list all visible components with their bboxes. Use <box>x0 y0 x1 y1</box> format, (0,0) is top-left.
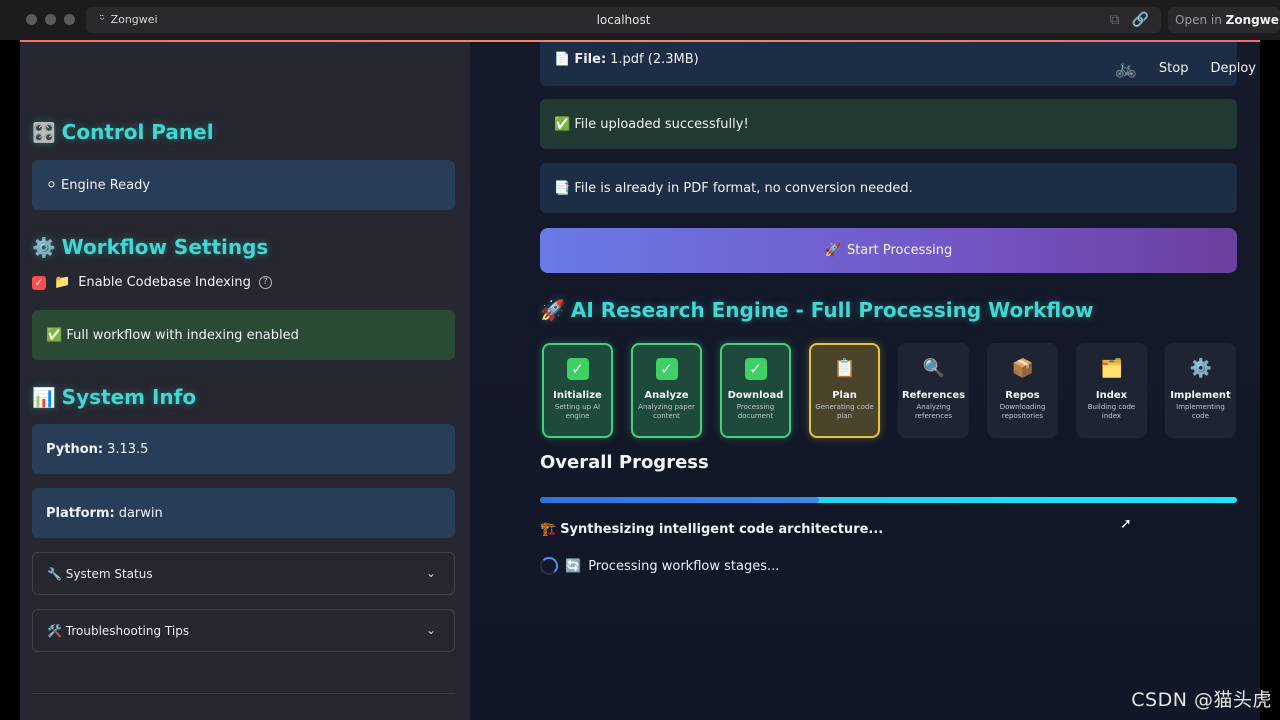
chevron-down-icon: ⌄ <box>425 566 436 580</box>
browser-toolbar: ᵕ̈ Zongwei localhost ⧉ 🔗 Open in Zongwei <box>0 0 1280 40</box>
workflow-notice-box: ✅ Full workflow with indexing enabled <box>32 310 455 360</box>
stage-repos: 📦 Repos Downloading repositories <box>987 343 1058 438</box>
refresh-icon: 🔄 <box>565 558 582 574</box>
streamlit-app: 🎛️ Control Panel ⚪ Engine Ready ⚙️ Workf… <box>20 42 1260 720</box>
upload-success-alert: ✅ File uploaded successfully! <box>540 99 1237 149</box>
progress-status: 🏗️ Synthesizing intelligent code archite… <box>540 522 884 537</box>
stage-name: Initialize <box>553 390 602 401</box>
troubleshooting-tips-expander[interactable]: 🛠️ Troubleshooting Tips ⌄ <box>32 609 455 652</box>
codebase-indexing-checkbox[interactable]: ✓ <box>32 275 46 290</box>
stage-references: 🔍 References Analyzing references <box>898 343 969 438</box>
stage-implement: ⚙️ Implement Implementing code <box>1165 343 1236 438</box>
pages-icon: 📑 <box>554 180 571 196</box>
engine-status-box: ⚪ Engine Ready <box>32 160 455 210</box>
wrench-icon: 🔧 <box>47 566 62 581</box>
deploy-button[interactable]: Deploy <box>1210 61 1256 76</box>
processing-spinner-row: 🔄 Processing workflow stages... <box>540 557 779 575</box>
package-icon: 📦 <box>1011 358 1034 379</box>
stage-description: Analyzing paper content <box>638 403 695 420</box>
codebase-indexing-checkbox-row[interactable]: ✓ 📁 Enable Codebase Indexing ? <box>32 275 272 290</box>
maximize-window-dot[interactable] <box>64 14 75 25</box>
window-controls[interactable] <box>26 14 75 25</box>
card-index-icon: 🗂️ <box>1100 358 1123 379</box>
stage-analyze: ✓ Analyze Analyzing paper content <box>631 343 702 438</box>
stage-name: Index <box>1095 390 1128 401</box>
overall-progress-bar <box>540 497 1237 503</box>
stage-initialize: ✓ Initialize Setting up AI engine <box>542 343 613 438</box>
extension-icon[interactable]: ⧉ <box>1110 12 1120 28</box>
stage-description: Processing document <box>736 403 775 420</box>
control-panel-heading: 🎛️ Control Panel <box>32 120 214 144</box>
stage-name: Implement <box>1170 390 1231 401</box>
start-processing-button[interactable]: 🚀 Start Processing <box>540 228 1237 273</box>
stage-name: Download <box>727 390 784 401</box>
magnifier-icon: 🔍 <box>922 358 945 379</box>
mouse-cursor-icon: ➚ <box>1120 516 1132 532</box>
address-bar-icons: ⧉ 🔗 <box>1110 12 1149 28</box>
construction-icon: 🏗️ <box>540 522 557 537</box>
chevron-down-icon: ⌄ <box>425 623 436 637</box>
status-circle-icon: ⚪ <box>46 177 57 193</box>
stage-name: Plan <box>832 390 857 401</box>
system-info-heading: 📊 System Info <box>32 385 197 409</box>
bar-chart-icon: 📊 <box>32 386 56 409</box>
stage-name: References <box>901 390 966 401</box>
address-bar[interactable]: ᵕ̈ Zongwei localhost ⧉ 🔗 <box>86 7 1161 33</box>
stage-check-icon: ✓ <box>566 358 589 380</box>
help-icon[interactable]: ? <box>258 276 272 289</box>
clipboard-icon: 📋 <box>833 358 856 379</box>
stage-name: Analyze <box>644 390 689 401</box>
rocket-icon: 🚀 <box>540 298 565 322</box>
overall-progress-title: Overall Progress <box>540 452 709 473</box>
stop-button[interactable]: Stop <box>1159 61 1189 76</box>
close-window-dot[interactable] <box>26 14 37 25</box>
minimize-window-dot[interactable] <box>45 14 56 25</box>
link-icon[interactable]: 🔗 <box>1132 12 1149 28</box>
check-icon: ✅ <box>46 327 63 343</box>
folder-icon: 📁 <box>54 275 71 290</box>
control-knobs-icon: 🎛️ <box>32 121 56 144</box>
stage-description: Building code index <box>1087 403 1136 420</box>
workflow-title: 🚀 AI Research Engine - Full Processing W… <box>540 298 1094 322</box>
stage-plan: 📋 Plan Generating code plan <box>809 343 880 438</box>
stage-description: Generating code plan <box>815 403 874 420</box>
workflow-stages: ✓ Initialize Setting up AI engine ✓ Anal… <box>542 343 1236 438</box>
stage-check-icon: ✓ <box>744 358 767 380</box>
running-bicycle-icon: 🚲 <box>1114 58 1137 79</box>
workflow-settings-heading: ⚙️ Workflow Settings <box>32 235 269 259</box>
url-text[interactable]: localhost <box>86 13 1161 27</box>
stage-index: 🗂️ Index Building code index <box>1076 343 1147 438</box>
stage-description: Analyzing references <box>914 403 953 420</box>
python-version-box: Python: 3.13.5 <box>32 424 455 474</box>
progress-fill <box>540 497 819 503</box>
pdf-format-alert: 📑 File is already in PDF format, no conv… <box>540 163 1237 213</box>
sidebar: 🎛️ Control Panel ⚪ Engine Ready ⚙️ Workf… <box>20 42 470 720</box>
platform-box: Platform: darwin <box>32 488 455 538</box>
sidebar-divider <box>32 693 455 694</box>
stage-check-icon: ✓ <box>655 358 678 380</box>
watermark: CSDN @猫头虎 <box>1131 689 1272 711</box>
stage-name: Repos <box>1005 390 1040 401</box>
tools-icon: 🛠️ <box>47 623 62 638</box>
gear-icon: ⚙️ <box>32 236 56 259</box>
system-status-expander[interactable]: 🔧 System Status ⌄ <box>32 552 455 595</box>
gear-icon: ⚙️ <box>1189 358 1212 379</box>
document-icon: 📄 <box>554 52 571 67</box>
stage-description: Implementing code <box>1176 403 1225 420</box>
app-toolbar: 🚲 Stop Deploy <box>1114 58 1256 79</box>
open-in-button[interactable]: Open in Zongwei <box>1168 7 1280 33</box>
main-content: 📄 File: 1.pdf (2.3MB) 🚲 Stop Deploy ✅ Fi… <box>470 42 1260 720</box>
stage-download: ✓ Download Processing document <box>720 343 791 438</box>
stage-description: Setting up AI engine <box>554 403 601 420</box>
loading-spinner-icon <box>540 557 558 575</box>
rocket-icon: 🚀 <box>824 243 841 258</box>
codebase-indexing-label: Enable Codebase Indexing <box>78 275 251 290</box>
stage-description: Downloading repositories <box>999 403 1046 420</box>
check-icon: ✅ <box>554 116 571 132</box>
